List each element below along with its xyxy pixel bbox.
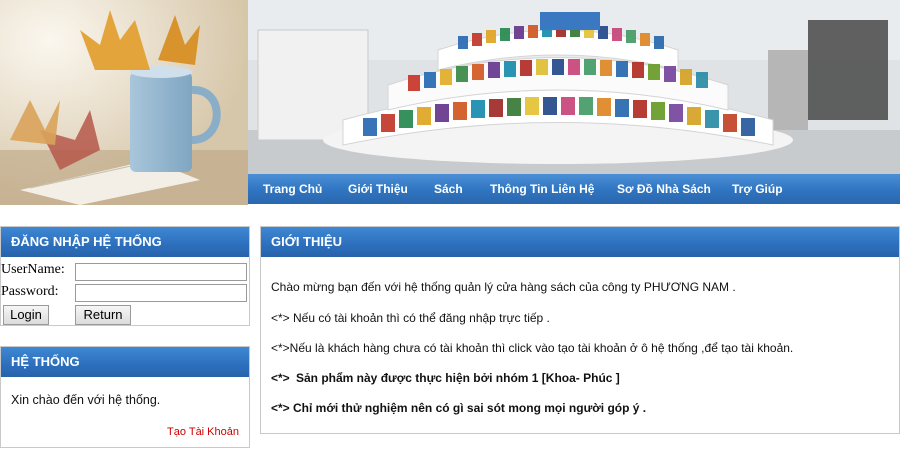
bookstore-display-illustration	[248, 0, 900, 174]
intro-line-signup: <*>Nếu là khách hàng chưa có tài khoản t…	[271, 341, 794, 355]
nav-books[interactable]: Sách	[434, 174, 463, 204]
system-panel-title: HỆ THỐNG	[1, 347, 249, 377]
intro-line-credits: Sản phẩm này được thực hiện bởi nhóm 1 […	[296, 371, 620, 385]
return-button[interactable]: Return	[75, 305, 131, 325]
nav-store-map[interactable]: Sơ Đồ Nhà Sách	[617, 174, 711, 204]
intro-line-feedback: <*> Chỉ mới thử nghiệm nên có gì sai sót…	[271, 401, 647, 415]
intro-line-login: <*> Nếu có tài khoản thì có thể đăng nhậ…	[271, 311, 550, 325]
password-label: Password:	[1, 284, 59, 299]
intro-panel-title: GIỚI THIỆU	[261, 227, 899, 257]
nav-help[interactable]: Trợ Giúp	[732, 174, 783, 204]
login-panel-title: ĐĂNG NHẬP HỆ THỐNG	[1, 227, 249, 257]
create-account-link[interactable]: Tạo Tài Khoản	[167, 426, 239, 438]
header-banner: Trang Chủ Giới Thiệu Sách Thông Tin Liên…	[0, 0, 908, 205]
username-input[interactable]	[75, 263, 247, 281]
welcome-text: Xin chào đến với hệ thống.	[11, 393, 161, 407]
system-panel: HỆ THỐNG Xin chào đến với hệ thống. Tạo …	[0, 346, 250, 448]
login-panel: ĐĂNG NHẬP HỆ THỐNG UserName: Password: L…	[0, 226, 250, 326]
banner-photo-mug	[0, 0, 248, 205]
login-button[interactable]: Login	[3, 305, 49, 325]
nav-introduction[interactable]: Giới Thiệu	[348, 174, 408, 204]
intro-line-welcome: Chào mừng bạn đến với hệ thống quản lý c…	[271, 280, 736, 294]
intro-panel: GIỚI THIỆU Chào mừng bạn đến với hệ thốn…	[260, 226, 900, 434]
nav-home[interactable]: Trang Chủ	[263, 174, 322, 204]
mug-leaves-illustration	[0, 0, 248, 205]
nav-contact[interactable]: Thông Tin Liên Hệ	[490, 174, 594, 204]
username-label: UserName:	[1, 262, 65, 277]
banner-photo-bookstore	[248, 0, 900, 174]
password-input[interactable]	[75, 284, 247, 302]
main-nav-bar: Trang Chủ Giới Thiệu Sách Thông Tin Liên…	[248, 174, 900, 204]
intro-line-prefix: <*>	[271, 371, 290, 385]
